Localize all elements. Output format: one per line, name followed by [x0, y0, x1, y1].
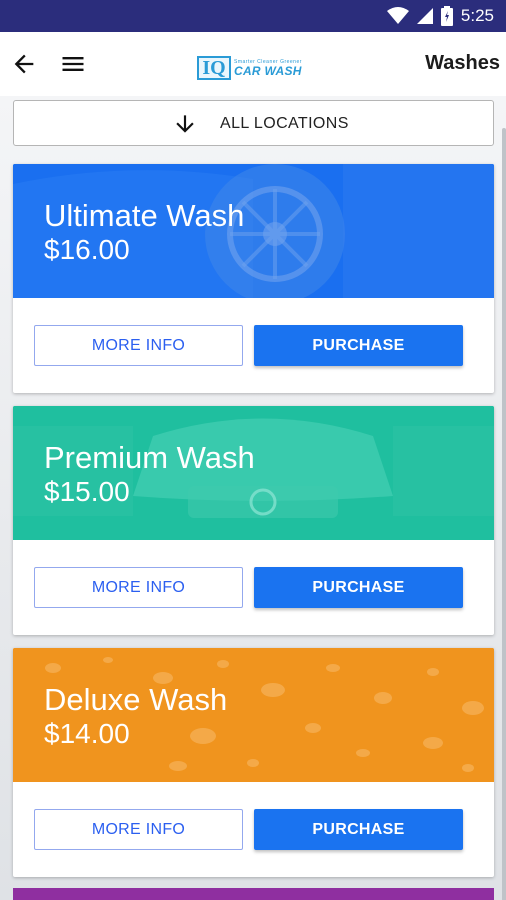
status-bar: 5:25 [0, 0, 506, 32]
wash-name: Deluxe Wash [44, 682, 228, 717]
wash-card-peek [13, 888, 494, 900]
more-info-button[interactable]: MORE INFO [34, 567, 243, 608]
wash-price: $15.00 [44, 476, 130, 507]
wash-card-premium: Premium Wash $15.00 MORE INFO PURCHASE [13, 406, 494, 635]
more-info-button[interactable]: MORE INFO [34, 325, 243, 366]
logo-mark: IQ [197, 56, 231, 80]
location-filter-button[interactable]: ALL LOCATIONS [13, 100, 494, 146]
purchase-button[interactable]: PURCHASE [254, 809, 463, 850]
arrow-left-icon [14, 54, 34, 74]
hamburger-menu-icon [62, 57, 84, 71]
page-title: Washes [425, 52, 500, 74]
wifi-icon [386, 7, 409, 25]
wash-card-deluxe: Deluxe Wash $14.00 MORE INFO PURCHASE [13, 648, 494, 877]
purchase-button[interactable]: PURCHASE [254, 325, 463, 366]
wash-card-hero: Premium Wash $15.00 [13, 406, 494, 540]
car-wash-logo: IQ Smarter Cleaner Greener CAR WASH [197, 55, 302, 81]
wash-card-hero: Ultimate Wash $16.00 [13, 164, 494, 298]
cell-signal-icon [416, 7, 433, 25]
wash-card-ultimate: Ultimate Wash $16.00 MORE INFO PURCHASE [13, 164, 494, 393]
wash-card-hero: Deluxe Wash $14.00 [13, 648, 494, 782]
app-bar: IQ Smarter Cleaner Greener CAR WASH Wash… [0, 32, 506, 96]
logo-name: CAR WASH [234, 63, 302, 78]
wash-price: $16.00 [44, 234, 130, 265]
location-filter-label: ALL LOCATIONS [220, 115, 349, 132]
wash-name: Premium Wash [44, 440, 255, 475]
back-button[interactable] [10, 50, 38, 78]
arrow-down-icon [176, 115, 194, 133]
wash-name: Ultimate Wash [44, 198, 245, 233]
wash-price: $14.00 [44, 718, 130, 749]
purchase-button[interactable]: PURCHASE [254, 567, 463, 608]
menu-button[interactable] [59, 50, 87, 78]
more-info-button[interactable]: MORE INFO [34, 809, 243, 850]
battery-icon [440, 6, 453, 26]
status-time: 5:25 [460, 6, 494, 25]
scrollbar[interactable] [502, 128, 506, 900]
